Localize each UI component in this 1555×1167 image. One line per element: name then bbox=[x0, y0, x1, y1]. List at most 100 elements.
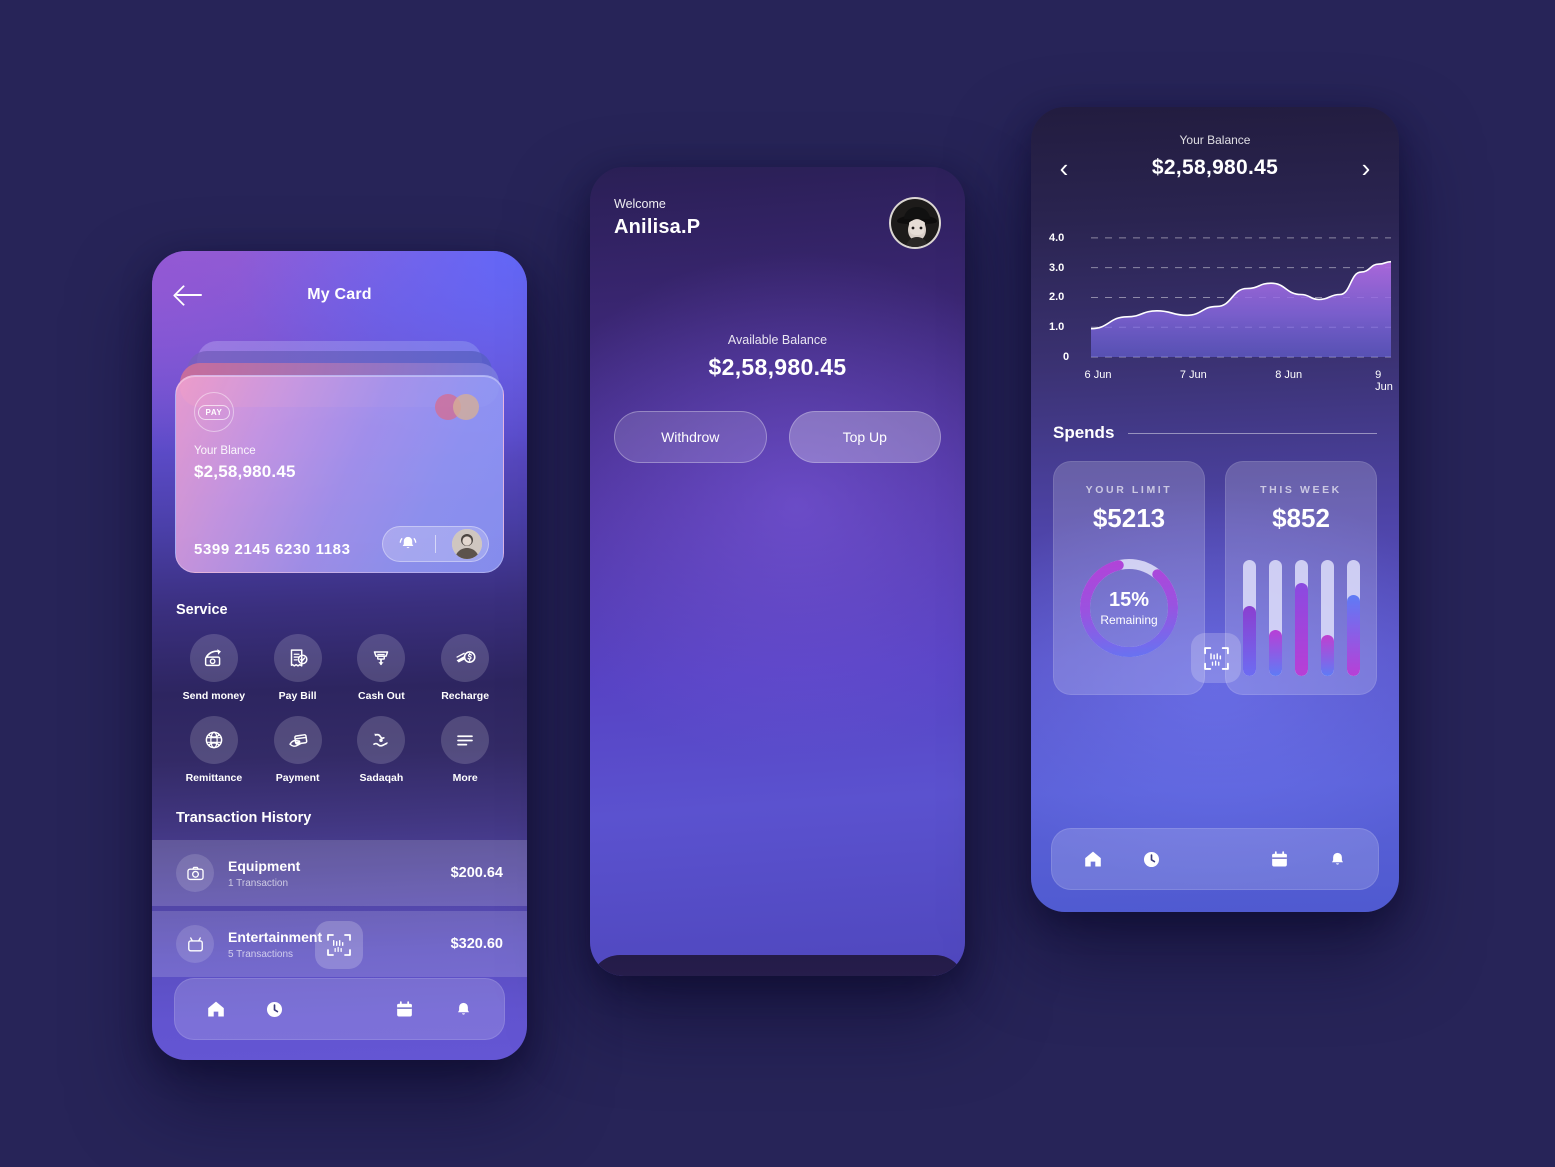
service-item-more[interactable]: More bbox=[423, 716, 507, 784]
spends-title: Spends bbox=[1053, 423, 1115, 442]
cash-out-icon bbox=[357, 634, 406, 682]
recharge-icon bbox=[441, 634, 490, 682]
your-limit-card[interactable]: YOUR LIMIT $5213 15% Remaining bbox=[1053, 461, 1205, 695]
topup-button[interactable]: Top Up bbox=[788, 411, 941, 463]
chart-y-tick-label: 4.0 bbox=[1049, 231, 1065, 244]
chevron-right-icon[interactable]: › bbox=[1355, 155, 1377, 181]
service-item-send-money[interactable]: Send money bbox=[172, 634, 256, 702]
service-item-payment[interactable]: Payment bbox=[256, 716, 340, 784]
service-item-label: Recharge bbox=[441, 690, 490, 702]
balance-area-chart: 4.0 3.0 2.0 1.0 0 6 Jun 7 Jun 8 Jun 9 Jun bbox=[1049, 215, 1393, 397]
service-item-label: Sadaqah bbox=[359, 772, 404, 784]
credit-card[interactable]: PAY Your Blance $2,58,980.45 5399 2145 6… bbox=[175, 375, 504, 573]
home-icon[interactable] bbox=[1078, 848, 1108, 870]
week-bar-fill bbox=[1294, 583, 1308, 676]
avatar[interactable] bbox=[889, 197, 941, 249]
transaction-section-title: Transaction History bbox=[176, 810, 312, 826]
card-balance-label: Your Blance bbox=[194, 445, 256, 457]
week-bar-fill bbox=[1320, 635, 1334, 676]
service-item-cash-out[interactable]: Cash Out bbox=[340, 634, 424, 702]
available-balance-label: Available Balance bbox=[727, 333, 828, 347]
sadaqah-icon bbox=[357, 716, 406, 764]
home-header: Welcome Anilisa.P bbox=[590, 167, 965, 249]
spends-header: Spends bbox=[1031, 397, 1399, 443]
week-bar bbox=[1346, 560, 1360, 676]
service-section-title: Service bbox=[176, 602, 228, 618]
service-item-sadaqah[interactable]: Sadaqah bbox=[340, 716, 424, 784]
remittance-icon bbox=[189, 716, 238, 764]
clock-icon[interactable] bbox=[260, 999, 290, 1020]
available-balance-block: Available Balance $2,58,980.45 bbox=[590, 333, 965, 381]
tv-icon bbox=[176, 925, 214, 963]
donut-center-text: 15% Remaining bbox=[1073, 552, 1185, 664]
chart-y-tick-label: 0 bbox=[1063, 351, 1070, 363]
service-item-pay-bill[interactable]: Pay Bill bbox=[256, 634, 340, 702]
chart-y-tick-label: 2.0 bbox=[1049, 291, 1065, 304]
chart-y-tick-label: 1.0 bbox=[1049, 321, 1065, 334]
chart-x-tick-label: 9 Jun bbox=[1375, 369, 1393, 393]
chart-x-tick-label: 8 Jun bbox=[1275, 369, 1303, 381]
service-grid: Send money Pay Bill Cash Out Recharge Remitt… bbox=[152, 618, 527, 784]
phone-stats-screen: Your Balance ‹ $2,58,980.45 › 4.0 3.0 2.0 1… bbox=[1031, 107, 1399, 912]
bottom-nav bbox=[1051, 828, 1379, 890]
welcome-label: Welcome bbox=[614, 197, 666, 211]
chart-x-tick-label: 7 Jun bbox=[1179, 369, 1207, 381]
transaction-amount: $320.60 bbox=[450, 936, 503, 952]
clock-icon[interactable] bbox=[1136, 849, 1166, 870]
service-item-label: Remittance bbox=[185, 772, 243, 784]
card-balance-amount: $2,58,980.45 bbox=[194, 462, 296, 481]
bell-icon[interactable] bbox=[448, 999, 478, 1020]
my-card-topbar: My Card bbox=[152, 251, 527, 311]
avatar[interactable] bbox=[452, 529, 482, 559]
week-bar-fill bbox=[1346, 594, 1360, 676]
chart-plot bbox=[1091, 237, 1391, 358]
stats-header: Your Balance ‹ $2,58,980.45 › bbox=[1031, 107, 1399, 181]
phone-home-screen: Welcome Anilisa.P Available Balance $2,5… bbox=[590, 167, 965, 976]
week-bar bbox=[1242, 560, 1256, 676]
bell-icon[interactable] bbox=[1322, 849, 1352, 870]
bottom-nav-wrap bbox=[1051, 828, 1379, 890]
service-item-remittance[interactable]: Remittance bbox=[172, 716, 256, 784]
service-item-label: Send money bbox=[182, 690, 246, 702]
page-title: My Card bbox=[307, 286, 372, 303]
card-stack: PAY Your Blance $2,58,980.45 5399 2145 6… bbox=[175, 341, 504, 576]
chart-x-tick-label: 6 Jun bbox=[1084, 369, 1112, 381]
limit-donut-chart: 15% Remaining bbox=[1073, 552, 1185, 664]
user-name: Anilisa.P bbox=[614, 216, 701, 238]
week-bar bbox=[1294, 560, 1308, 676]
transaction-name: Equipment bbox=[228, 857, 301, 874]
send-money-icon bbox=[189, 634, 238, 682]
limit-remaining-pct: 15% bbox=[1108, 589, 1150, 611]
barcode-scan-icon[interactable] bbox=[315, 921, 363, 969]
calendar-icon[interactable] bbox=[1264, 849, 1294, 870]
withdraw-button[interactable]: Withdrow bbox=[614, 411, 767, 463]
more-menu-icon bbox=[441, 716, 490, 764]
phone-my-card-screen: My Card PAY Your Blance $2,58,980.45 539… bbox=[152, 251, 527, 1060]
service-item-recharge[interactable]: Recharge bbox=[423, 634, 507, 702]
your-balance-amount: $2,58,980.45 bbox=[1151, 156, 1279, 179]
available-balance-amount: $2,58,980.45 bbox=[708, 354, 847, 380]
barcode-scan-icon[interactable] bbox=[1191, 633, 1241, 683]
back-arrow-icon[interactable] bbox=[176, 285, 202, 305]
transaction-count: 1 Transaction bbox=[228, 877, 289, 889]
limit-remaining-label: Remaining bbox=[1100, 613, 1158, 627]
week-bar bbox=[1268, 560, 1282, 676]
home-icon[interactable] bbox=[201, 998, 231, 1020]
ring-bell-icon[interactable] bbox=[397, 533, 419, 555]
payment-card-icon bbox=[273, 716, 322, 764]
mastercard-logo-icon bbox=[435, 394, 481, 420]
chart-y-tick-label: 3.0 bbox=[1049, 261, 1065, 274]
bottom-nav-wrap bbox=[174, 978, 505, 1040]
home-bottom-sheet: Service Send moneyPay BillCash OutRechar… bbox=[590, 955, 965, 976]
week-bar-fill bbox=[1268, 629, 1282, 676]
calendar-icon[interactable] bbox=[389, 999, 419, 1020]
this-week-card[interactable]: THIS WEEK $852 bbox=[1225, 461, 1377, 695]
table-row[interactable]: Equipment 1 Transaction $200.64 bbox=[152, 840, 527, 906]
card-number: 5399 2145 6230 1183 bbox=[194, 541, 351, 558]
camera-icon bbox=[176, 854, 214, 892]
service-item-label: Payment bbox=[275, 772, 320, 784]
bottom-nav bbox=[174, 978, 505, 1040]
this-week-amount: $852 bbox=[1272, 503, 1330, 533]
pay-bill-icon bbox=[273, 634, 322, 682]
chevron-left-icon[interactable]: ‹ bbox=[1053, 155, 1075, 181]
